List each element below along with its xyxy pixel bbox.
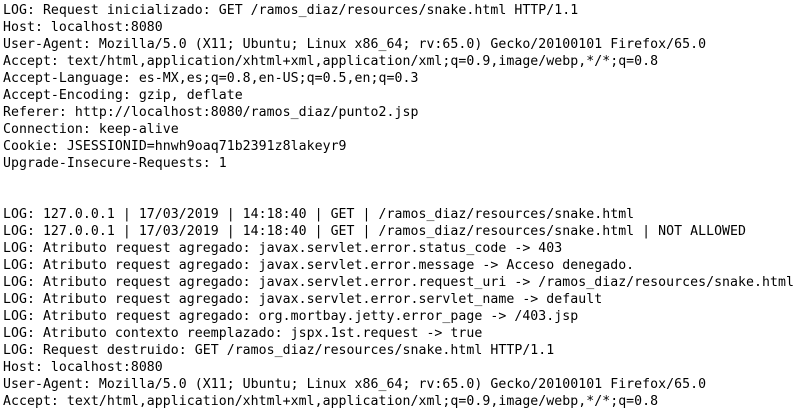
log-line: User-Agent: Mozilla/5.0 (X11; Ubuntu; Li… xyxy=(3,377,707,392)
log-line: Accept: text/html,application/xhtml+xml,… xyxy=(3,54,659,69)
terminal-output[interactable]: LOG: Request inicializado: GET /ramos_di… xyxy=(0,0,805,413)
log-line: LOG: Atributo request agregado: javax.se… xyxy=(3,292,603,307)
log-line: User-Agent: Mozilla/5.0 (X11; Ubuntu; Li… xyxy=(3,37,707,52)
log-line: LOG: 127.0.0.1 | 17/03/2019 | 14:18:40 |… xyxy=(3,224,747,239)
log-line: Accept: text/html,application/xhtml+xml,… xyxy=(3,394,659,409)
log-line: LOG: Request inicializado: GET /ramos_di… xyxy=(3,3,579,18)
log-line: Connection: keep-alive xyxy=(3,122,179,137)
log-line: Accept-Language: es-MX,es;q=0.8,en-US;q=… xyxy=(3,71,419,86)
log-line: Upgrade-Insecure-Requests: 1 xyxy=(3,156,227,171)
log-line: LOG: Atributo request agregado: javax.se… xyxy=(3,241,563,256)
log-line: LOG: 127.0.0.1 | 17/03/2019 | 14:18:40 |… xyxy=(3,207,635,222)
log-line: Accept-Encoding: gzip, deflate xyxy=(3,88,243,103)
log-line: Referer: http://localhost:8080/ramos_dia… xyxy=(3,105,419,120)
log-line: LOG: Atributo request agregado: javax.se… xyxy=(3,275,794,290)
log-line: Cookie: JSESSIONID=hnwh9oaq71b2391z8lake… xyxy=(3,139,347,154)
log-line: Host: localhost:8080 xyxy=(3,360,163,375)
log-line: LOG: Atributo request agregado: org.mort… xyxy=(3,309,579,324)
log-line: LOG: Request destruido: GET /ramos_diaz/… xyxy=(3,343,555,358)
log-line: LOG: Atributo request agregado: javax.se… xyxy=(3,258,635,273)
log-line: Host: localhost:8080 xyxy=(3,20,163,35)
log-line: LOG: Atributo contexto reemplazado: jspx… xyxy=(3,326,483,341)
